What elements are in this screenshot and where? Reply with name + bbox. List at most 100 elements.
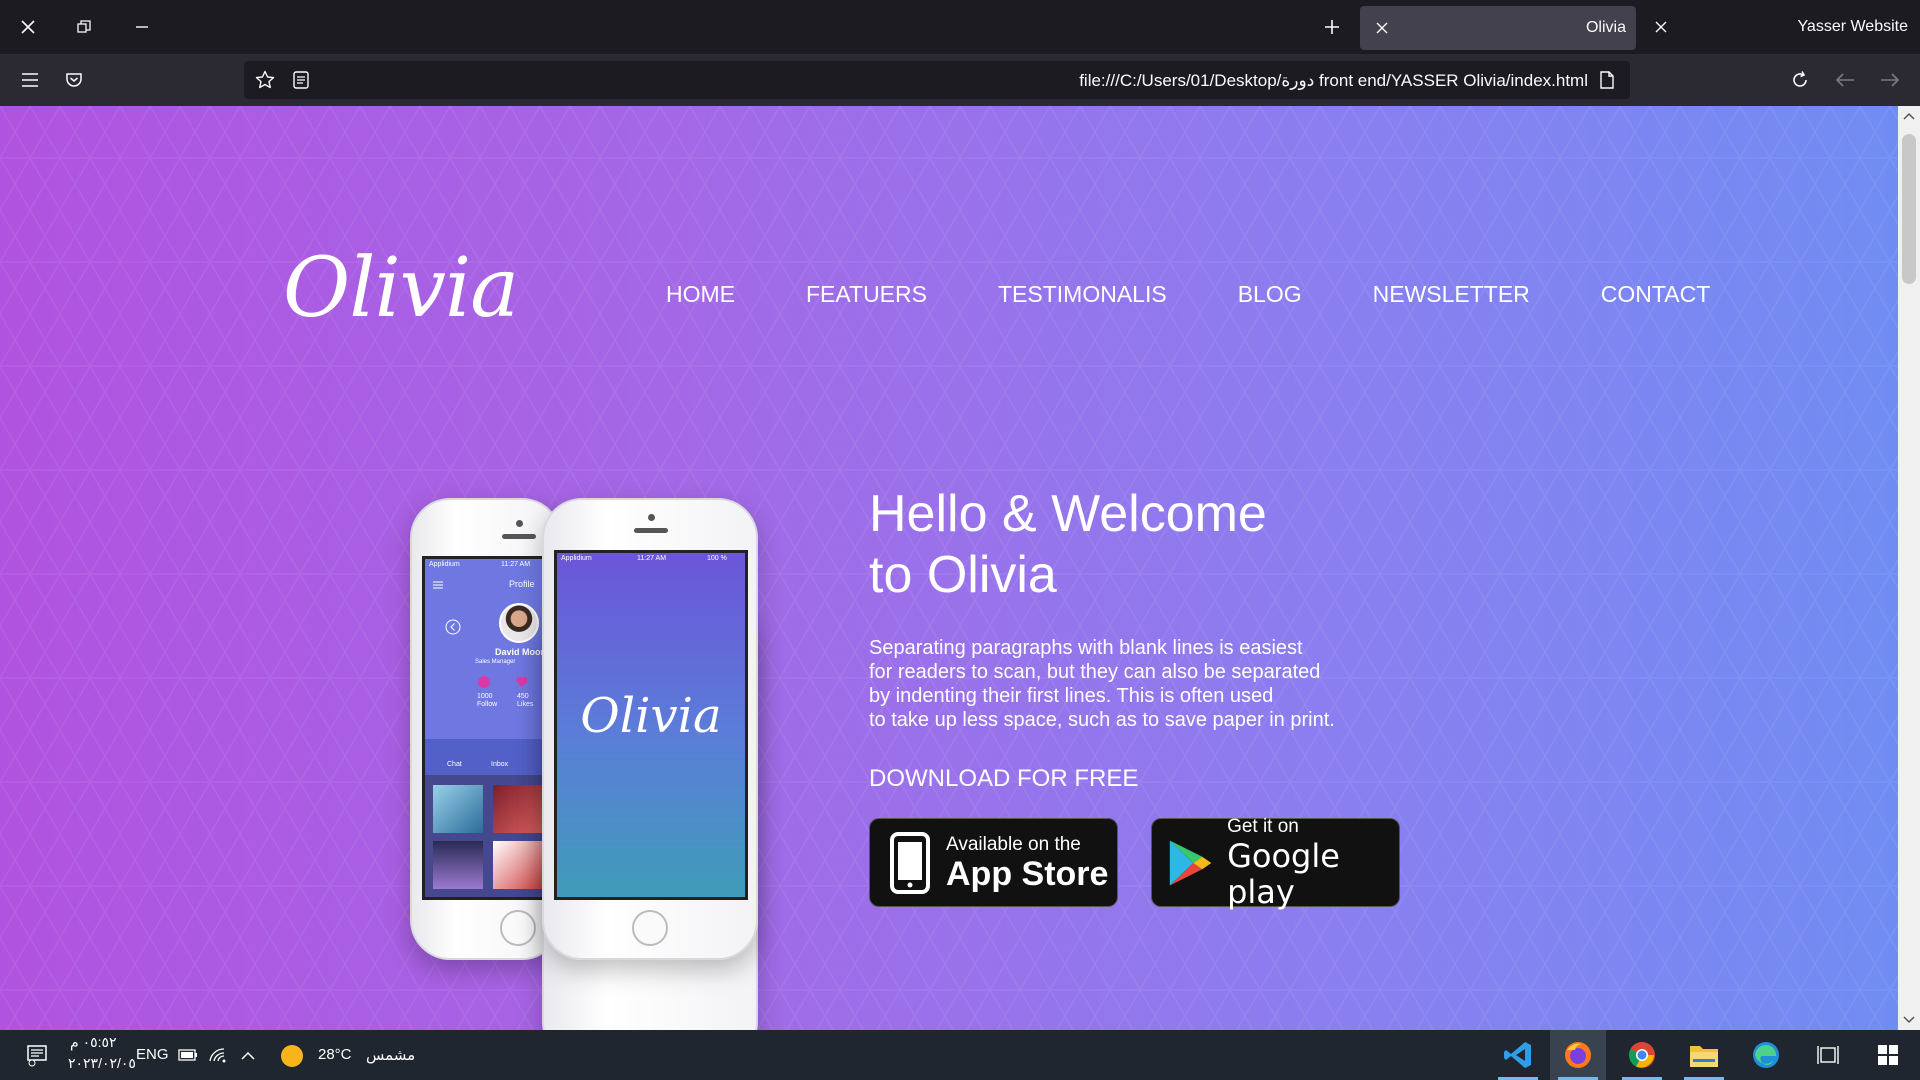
phone-right-body: Applidium 11:27 AM 100 % Olivia [542, 498, 758, 960]
scroll-thumb[interactable] [1902, 134, 1916, 284]
status-battery: 100 % [707, 555, 727, 562]
task-view-icon [1817, 1046, 1839, 1064]
arrow-right-icon [1881, 73, 1900, 87]
follow-label: Follow [477, 701, 498, 708]
restore-window-button[interactable] [66, 10, 102, 44]
main-nav: HOME FEATUERS TESTIMONALIS BLOG NEWSLETT… [666, 281, 1710, 308]
google-play-icon [1169, 839, 1212, 886]
edge-icon [1753, 1042, 1779, 1068]
hero-title-line2: to Olivia [869, 546, 1057, 604]
taskbar-vscode[interactable] [1490, 1030, 1546, 1080]
arrow-left-icon [1835, 73, 1854, 87]
taskbar-date[interactable]: ٢٠٢٣/٠٢/٠٥ [68, 1055, 136, 1072]
site-logo[interactable]: Olivia [283, 241, 519, 336]
nav-blog[interactable]: BLOG [1238, 281, 1302, 308]
status-time: 11:27 AM [501, 561, 531, 568]
chevron-up-icon [241, 1051, 255, 1060]
profile-user-name: David Moor [495, 647, 545, 657]
start-button[interactable] [1860, 1030, 1916, 1080]
language-indicator[interactable]: ENG [136, 1046, 169, 1063]
tab-strip: Olivia Yasser Website [0, 0, 1920, 54]
weather-temperature[interactable]: 28°C [318, 1046, 352, 1063]
close-window-button[interactable] [10, 10, 46, 44]
chevron-down-icon [1903, 1016, 1915, 1024]
close-icon [1376, 22, 1388, 34]
taskbar-edge[interactable] [1738, 1030, 1794, 1080]
hero-paragraph-line: Separating paragraphs with blank lines i… [869, 637, 1303, 659]
nav-toolbar: file:///C:/Users/01/Desktop/دورة front e… [0, 54, 1920, 106]
back-circle-icon [445, 619, 461, 635]
scroll-down-button[interactable] [1898, 1010, 1920, 1030]
page-info-button[interactable] [1592, 65, 1622, 95]
tab-olivia[interactable]: Olivia [1360, 6, 1636, 50]
taskbar-time[interactable]: ٠٥:٥٢ م [70, 1034, 117, 1051]
likes-count: 450 [517, 693, 529, 700]
taskbar-task-view[interactable] [1800, 1030, 1856, 1080]
reload-button[interactable] [1784, 64, 1816, 96]
vscode-icon [1504, 1042, 1531, 1068]
phone-tab-chat: Chat [447, 761, 462, 768]
taskbar-file-explorer[interactable] [1676, 1030, 1732, 1080]
firefox-icon [1565, 1042, 1591, 1068]
forward-button[interactable] [1874, 64, 1906, 96]
bookmark-star-button[interactable] [250, 65, 280, 95]
taskbar-firefox[interactable] [1550, 1030, 1606, 1080]
phone-right-screen: Applidium 11:27 AM 100 % Olivia [554, 550, 748, 900]
download-heading: DOWNLOAD FOR FREE [869, 765, 1139, 792]
restore-icon [77, 20, 91, 33]
nav-contact[interactable]: CONTACT [1601, 281, 1710, 308]
taskbar-chrome[interactable] [1614, 1030, 1670, 1080]
hero-paragraph-line: for readers to scan, but they can also b… [869, 661, 1321, 683]
avatar [499, 603, 539, 643]
nav-newsletter[interactable]: NEWSLETTER [1373, 281, 1530, 308]
wifi-icon[interactable] [206, 1044, 230, 1066]
wifi-icon-svg [209, 1048, 226, 1063]
phone-tab-inbox: Inbox [491, 761, 509, 768]
close-all-tabs-button[interactable] [1643, 10, 1679, 44]
url-text: file:///C:/Users/01/Desktop/دورة front e… [1079, 71, 1588, 90]
profile-user-role: Sales Manager [475, 659, 516, 665]
nav-home[interactable]: HOME [666, 281, 735, 308]
scroll-up-button[interactable] [1898, 106, 1920, 126]
pocket-icon [66, 73, 82, 87]
google-play-button[interactable]: Get it on Google play [1151, 815, 1400, 910]
tab-title: Olivia [1585, 19, 1626, 36]
likes-label: Likes [517, 701, 534, 708]
follow-icon [478, 676, 490, 688]
google-play-small: Get it on [1227, 815, 1299, 837]
nav-features[interactable]: FEATUERS [806, 281, 927, 308]
windows-logo-icon [1878, 1045, 1898, 1065]
tab-close-button[interactable] [1368, 14, 1396, 42]
notifications-button[interactable] [20, 1038, 54, 1072]
vertical-scrollbar[interactable] [1898, 106, 1920, 1030]
battery-icon-svg [178, 1049, 197, 1061]
url-bar[interactable]: file:///C:/Users/01/Desktop/دورة front e… [244, 61, 1630, 99]
status-carrier: Applidium [429, 561, 460, 568]
status-carrier: Applidium [561, 555, 592, 562]
hamburger-icon [433, 581, 443, 589]
splash-logo: Olivia [580, 688, 722, 744]
file-icon [1600, 71, 1614, 89]
weather-condition[interactable]: مشمس [366, 1046, 415, 1064]
back-button[interactable] [1829, 64, 1861, 96]
weather-sun-icon[interactable] [278, 1042, 306, 1070]
page-viewport: Olivia HOME FEATUERS TESTIMONALIS BLOG N… [0, 106, 1920, 1030]
reader-view-button[interactable] [286, 65, 316, 95]
menu-button[interactable] [14, 64, 46, 96]
nav-testimonials[interactable]: TESTIMONALIS [998, 281, 1167, 308]
hero-paragraph-line: to take up less space, such as to save p… [869, 709, 1335, 731]
app-store-button[interactable]: Available on the App Store [869, 818, 1118, 907]
hamburger-icon [22, 73, 38, 87]
show-hidden-icons-button[interactable] [236, 1044, 260, 1066]
phone-left: Applidium 11:27 AM Profile David Moor Sa… [410, 498, 572, 960]
new-tab-button[interactable] [1314, 10, 1350, 44]
status-time: 11:27 AM [637, 555, 667, 562]
pocket-button[interactable] [58, 64, 90, 96]
hero-paragraph-line: by indenting their first lines. This is … [869, 685, 1274, 707]
screen-title: Profile [509, 579, 535, 589]
close-icon [21, 20, 35, 34]
battery-icon[interactable] [176, 1044, 200, 1066]
hero-title: Hello & Welcome to Olivia [869, 484, 1267, 606]
hero-paragraph: Separating paragraphs with blank lines i… [869, 636, 1389, 732]
minimize-window-button[interactable] [124, 10, 160, 44]
